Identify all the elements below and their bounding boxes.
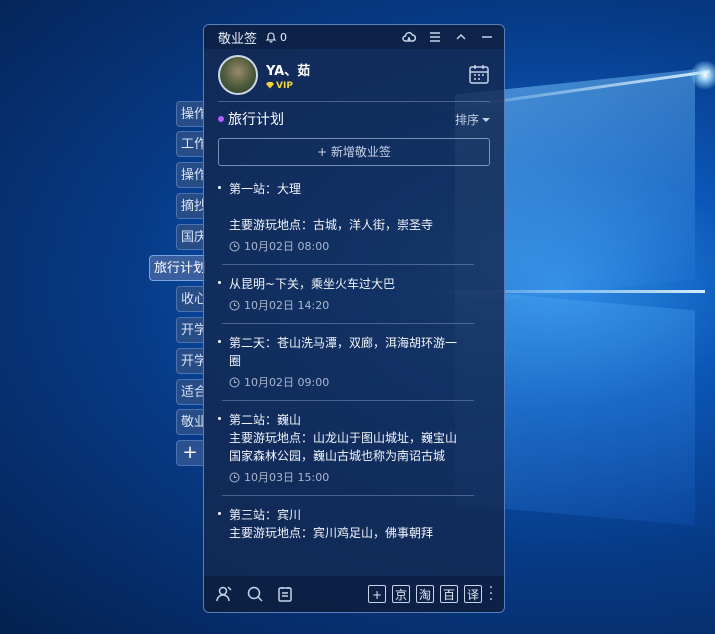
- tab-category[interactable]: 适合: [176, 379, 204, 405]
- note-time: 10月02日 14:20: [244, 299, 330, 312]
- clock-icon: [229, 300, 240, 310]
- new-note-button[interactable]: + 新增敬业签: [218, 138, 490, 166]
- tab-category[interactable]: 开学: [176, 348, 204, 374]
- bullet: [218, 512, 221, 515]
- note-list: 第一站：大理 主要游玩地点：古城，洋人街，崇圣寺 10月02日 08:00 从昆…: [204, 180, 504, 542]
- note-title: 第一站：大理: [229, 182, 302, 196]
- add-button[interactable]: +: [368, 585, 386, 603]
- translate-shortcut-button[interactable]: 译: [464, 585, 482, 603]
- sort-dropdown[interactable]: 排序: [455, 111, 490, 128]
- note-item[interactable]: 从昆明~下关，乘坐火车过大巴 10月02日 14:20: [204, 275, 504, 324]
- tab-category[interactable]: 国庆: [176, 224, 204, 250]
- bullet: [218, 186, 221, 189]
- divider: [222, 400, 474, 401]
- note-body-line: 主要游玩地点：宾川鸡足山，佛事朝拜: [229, 526, 434, 540]
- bell-icon: [265, 32, 277, 43]
- divider: [222, 264, 474, 265]
- add-category-button[interactable]: +: [176, 440, 204, 466]
- tab-category[interactable]: 开学: [176, 317, 204, 343]
- note-time: 10月02日 09:00: [244, 376, 330, 389]
- note-body-line: 主要游玩地点：山龙山于图山城址，巍宝山: [229, 431, 458, 445]
- bottom-toolbar: + 京 淘 百 译 · · ·: [204, 576, 504, 612]
- note-item[interactable]: 第一站：大理 主要游玩地点：古城，洋人街，崇圣寺 10月02日 08:00: [204, 180, 504, 265]
- notebook-title: 旅行计划: [228, 112, 284, 128]
- note-body-line: [218, 198, 490, 216]
- note-item[interactable]: 第三站：宾川 主要游玩地点：宾川鸡足山，佛事朝拜: [204, 506, 504, 542]
- bullet: [218, 417, 221, 420]
- note-body-line: 圈: [229, 354, 242, 368]
- note-item[interactable]: 第二天：苍山洗马潭，双廊，洱海胡环游一 圈 10月02日 09:00: [204, 334, 504, 401]
- more-options-icon[interactable]: · · ·: [488, 581, 494, 607]
- note-reminder: 10月02日 14:20: [218, 297, 490, 313]
- tab-category[interactable]: 摘抄: [176, 193, 204, 219]
- tab-category[interactable]: 操作: [176, 162, 204, 188]
- bullet: [218, 281, 221, 284]
- tab-category-active[interactable]: 旅行计划: [149, 255, 205, 281]
- avatar[interactable]: [218, 55, 258, 95]
- note-window: 敬业签 0 YA、茹 VIP 旅行计划 排序 + 新增敬业签 第一站：大理 主要…: [203, 24, 505, 613]
- menu-icon[interactable]: [428, 30, 442, 44]
- note-title: 从昆明~下关，乘坐火车过大巴: [229, 277, 396, 291]
- tab-category[interactable]: 收心: [176, 286, 204, 312]
- note-title: 第二站：巍山: [229, 413, 302, 427]
- notification-bell[interactable]: 0: [265, 31, 287, 44]
- desktop-light-flare: [690, 60, 715, 90]
- search-icon[interactable]: [246, 585, 264, 603]
- divider: [222, 495, 474, 496]
- baidu-shortcut-button[interactable]: 百: [440, 585, 458, 603]
- notebook-color-dot: [218, 116, 224, 122]
- calendar-icon[interactable]: [468, 63, 490, 85]
- notebook-header: 旅行计划 排序: [204, 102, 504, 136]
- divider: [222, 323, 474, 324]
- clock-icon: [229, 241, 240, 251]
- note-reminder: 10月02日 09:00: [218, 374, 490, 390]
- collapse-icon[interactable]: [454, 30, 468, 44]
- note-title: 第三站：宾川: [229, 508, 302, 522]
- note-body-line: 国家森林公园，巍山古城也称为南诏古城: [229, 449, 446, 463]
- bell-count: 0: [280, 30, 288, 44]
- contacts-icon[interactable]: [214, 584, 234, 604]
- clock-icon: [229, 377, 240, 387]
- user-profile: YA、茹 VIP: [204, 49, 504, 101]
- minimize-icon[interactable]: [480, 30, 494, 44]
- notes-list-icon[interactable]: [276, 585, 294, 603]
- note-title: 第二天：苍山洗马潭，双廊，洱海胡环游一: [229, 336, 458, 350]
- diamond-icon: [266, 81, 274, 89]
- app-title: 敬业签: [218, 31, 258, 47]
- cloud-sync-icon[interactable]: [402, 30, 416, 44]
- note-body-line: 主要游玩地点：古城，洋人街，崇圣寺: [229, 218, 434, 232]
- note-reminder: 10月02日 08:00: [218, 238, 490, 254]
- clock-icon: [229, 472, 240, 482]
- user-name: YA、茹: [266, 63, 311, 79]
- note-time: 10月03日 15:00: [244, 471, 330, 484]
- vip-badge: VIP: [266, 81, 310, 91]
- taobao-shortcut-button[interactable]: 淘: [416, 585, 434, 603]
- note-time: 10月02日 08:00: [244, 240, 330, 253]
- title-bar[interactable]: 敬业签 0: [204, 25, 504, 49]
- jd-shortcut-button[interactable]: 京: [392, 585, 410, 603]
- tab-category[interactable]: 敬业: [176, 409, 204, 435]
- bullet: [218, 340, 221, 343]
- note-item[interactable]: 第二站：巍山 主要游玩地点：山龙山于图山城址，巍宝山 国家森林公园，巍山古城也称…: [204, 411, 504, 496]
- tab-category[interactable]: 工作: [176, 131, 204, 157]
- tab-category[interactable]: 操作: [176, 101, 204, 127]
- note-reminder: 10月03日 15:00: [218, 469, 490, 485]
